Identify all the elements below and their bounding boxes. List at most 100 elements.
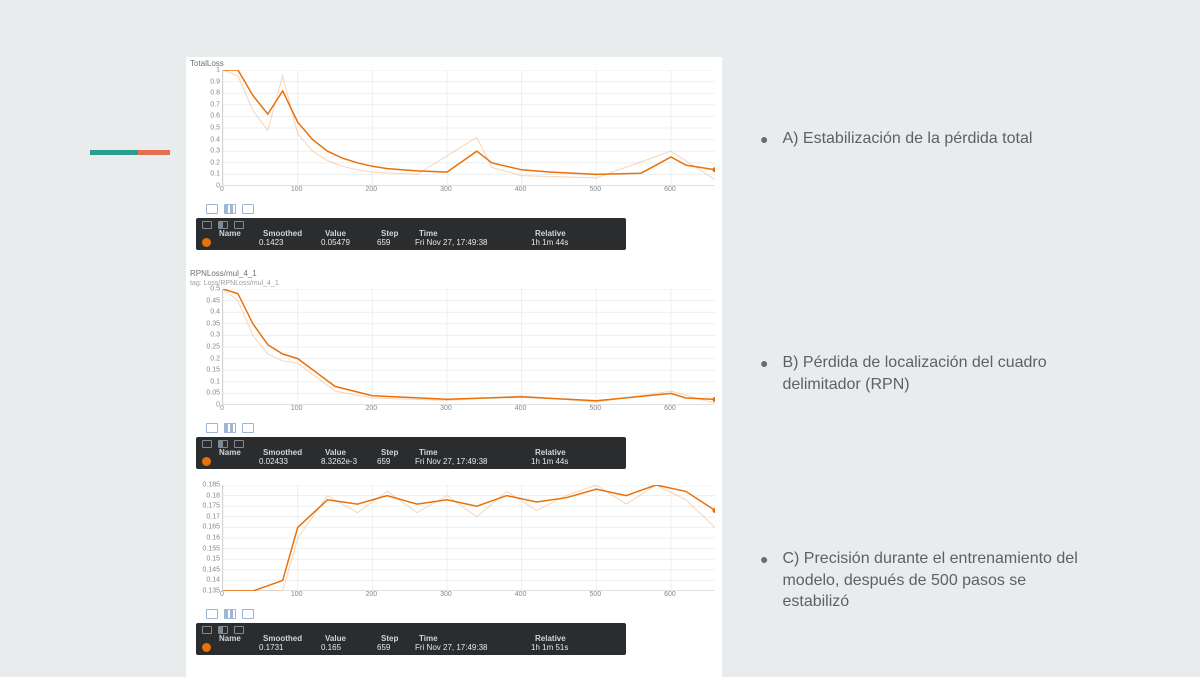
series-endpoint xyxy=(712,167,715,172)
x-tick: 500 xyxy=(589,405,601,412)
tt-relative: 1h 1m 51s xyxy=(531,643,593,652)
tooltip-icons xyxy=(196,438,626,448)
toolbar-fullscreen-icon[interactable] xyxy=(206,204,218,214)
refresh-icon[interactable] xyxy=(234,440,244,448)
plot-area[interactable] xyxy=(222,485,714,591)
tt-step: 659 xyxy=(377,643,411,652)
y-tick: 0.8 xyxy=(210,90,220,97)
x-tick: 400 xyxy=(515,591,527,598)
y-tick: 0.145 xyxy=(202,566,220,573)
y-tick: 0.15 xyxy=(206,367,220,374)
y-tick: 0.3 xyxy=(210,332,220,339)
y-tick: 0.18 xyxy=(206,492,220,499)
y-axis: 00.050.10.150.20.250.30.350.40.450.5 xyxy=(194,289,222,419)
desc-b: ● B) Pérdida de localización del cuadro … xyxy=(760,352,1080,395)
y-tick: 0.6 xyxy=(210,113,220,120)
chart-subtitle: tag: Loss/RPNLoss/mul_4_1 xyxy=(186,280,722,289)
toolbar-fullscreen-icon[interactable] xyxy=(206,609,218,619)
y-tick: 0.14 xyxy=(206,577,220,584)
expand-icon[interactable] xyxy=(202,440,212,448)
tooltip-icons xyxy=(196,624,626,634)
plot-wrap: 00.050.10.150.20.250.30.350.40.450.5 010… xyxy=(194,289,714,419)
x-tick: 100 xyxy=(291,591,303,598)
x-axis: 0100200300400500600 xyxy=(222,591,714,605)
x-tick: 400 xyxy=(515,186,527,193)
series-swatch-icon xyxy=(202,457,211,466)
tt-smoothed: 0.02433 xyxy=(259,457,317,466)
toolbar-grid-icon[interactable] xyxy=(224,423,236,433)
x-tick: 600 xyxy=(664,405,676,412)
toolbar-download-icon[interactable] xyxy=(242,609,254,619)
descriptions-column: ● A) Estabilización de la pérdida total … xyxy=(760,0,1080,675)
y-tick: 0.4 xyxy=(210,136,220,143)
accent-bar xyxy=(90,150,170,155)
x-tick: 200 xyxy=(365,186,377,193)
y-tick: 0.45 xyxy=(206,297,220,304)
desc-a: ● A) Estabilización de la pérdida total xyxy=(760,128,1032,150)
chart-svg xyxy=(223,485,715,591)
run-tooltip: Name Smoothed Value Step Time Relative 0… xyxy=(196,218,626,250)
y-tick: 0.9 xyxy=(210,78,220,85)
y-tick: 0.2 xyxy=(210,355,220,362)
expand-icon[interactable] xyxy=(202,626,212,634)
x-tick: 600 xyxy=(664,186,676,193)
y-axis: 0.1350.140.1450.150.1550.160.1650.170.17… xyxy=(194,485,222,605)
y-tick: 0.2 xyxy=(210,159,220,166)
x-tick: 0 xyxy=(220,186,224,193)
tt-value: 0.05479 xyxy=(321,238,373,247)
x-axis: 0100200300400500600 xyxy=(222,405,714,419)
tooltip-row: 0.1731 0.165 659 Fri Nov 27, 17:49:38 1h… xyxy=(196,643,626,652)
y-tick: 0.16 xyxy=(206,535,220,542)
expand-icon[interactable] xyxy=(202,221,212,229)
run-tooltip: Name Smoothed Value Step Time Relative 0… xyxy=(196,623,626,655)
tooltip-header: Name Smoothed Value Step Time Relative xyxy=(196,448,626,457)
plot-wrap: 00.10.20.30.40.50.60.70.80.91 0100200300… xyxy=(194,70,714,200)
plot-area[interactable] xyxy=(222,289,714,405)
y-tick: 0.17 xyxy=(206,513,220,520)
x-tick: 600 xyxy=(664,591,676,598)
tt-relative: 1h 1m 44s xyxy=(531,457,593,466)
plot-area[interactable] xyxy=(222,70,714,186)
toolbar-grid-icon[interactable] xyxy=(224,609,236,619)
x-tick: 500 xyxy=(589,186,601,193)
chart-toolbar xyxy=(186,419,722,433)
chart-type-icon[interactable] xyxy=(218,626,228,634)
series-endpoint xyxy=(712,397,715,402)
toolbar-fullscreen-icon[interactable] xyxy=(206,423,218,433)
series-raw xyxy=(223,289,715,403)
x-tick: 300 xyxy=(440,186,452,193)
tt-relative: 1h 1m 44s xyxy=(531,238,593,247)
x-tick: 500 xyxy=(589,591,601,598)
tt-time: Fri Nov 27, 17:49:38 xyxy=(415,457,527,466)
y-tick: 0.185 xyxy=(202,482,220,489)
x-tick: 0 xyxy=(220,405,224,412)
x-tick: 300 xyxy=(440,405,452,412)
y-tick: 1 xyxy=(216,67,220,74)
y-tick: 0.1 xyxy=(210,378,220,385)
tooltip-row: 0.02433 8.3262e-3 659 Fri Nov 27, 17:49:… xyxy=(196,457,626,466)
chart-title: RPNLoss/mul_4_1 xyxy=(186,267,722,280)
refresh-icon[interactable] xyxy=(234,221,244,229)
y-tick: 0.1 xyxy=(210,171,220,178)
plot-wrap: 0.1350.140.1450.150.1550.160.1650.170.17… xyxy=(194,485,714,605)
y-tick: 0.5 xyxy=(210,286,220,293)
tooltip-icons xyxy=(196,219,626,229)
slide: TotalLoss00.10.20.30.40.50.60.70.80.91 0… xyxy=(0,0,1200,675)
toolbar-download-icon[interactable] xyxy=(242,423,254,433)
tensorboard-panel: TotalLoss00.10.20.30.40.50.60.70.80.91 0… xyxy=(186,57,722,677)
toolbar-grid-icon[interactable] xyxy=(224,204,236,214)
y-tick: 0.4 xyxy=(210,309,220,316)
chart-type-icon[interactable] xyxy=(218,440,228,448)
tt-value: 8.3262e-3 xyxy=(321,457,373,466)
toolbar-download-icon[interactable] xyxy=(242,204,254,214)
refresh-icon[interactable] xyxy=(234,626,244,634)
tt-step: 659 xyxy=(377,238,411,247)
tt-step: 659 xyxy=(377,457,411,466)
y-tick: 0.15 xyxy=(206,556,220,563)
x-tick: 300 xyxy=(440,591,452,598)
chart-type-icon[interactable] xyxy=(218,221,228,229)
chart-svg xyxy=(223,289,715,405)
chart-block-2: 0.1350.140.1450.150.1550.160.1650.170.17… xyxy=(186,485,722,655)
x-tick: 100 xyxy=(291,186,303,193)
x-tick: 100 xyxy=(291,405,303,412)
